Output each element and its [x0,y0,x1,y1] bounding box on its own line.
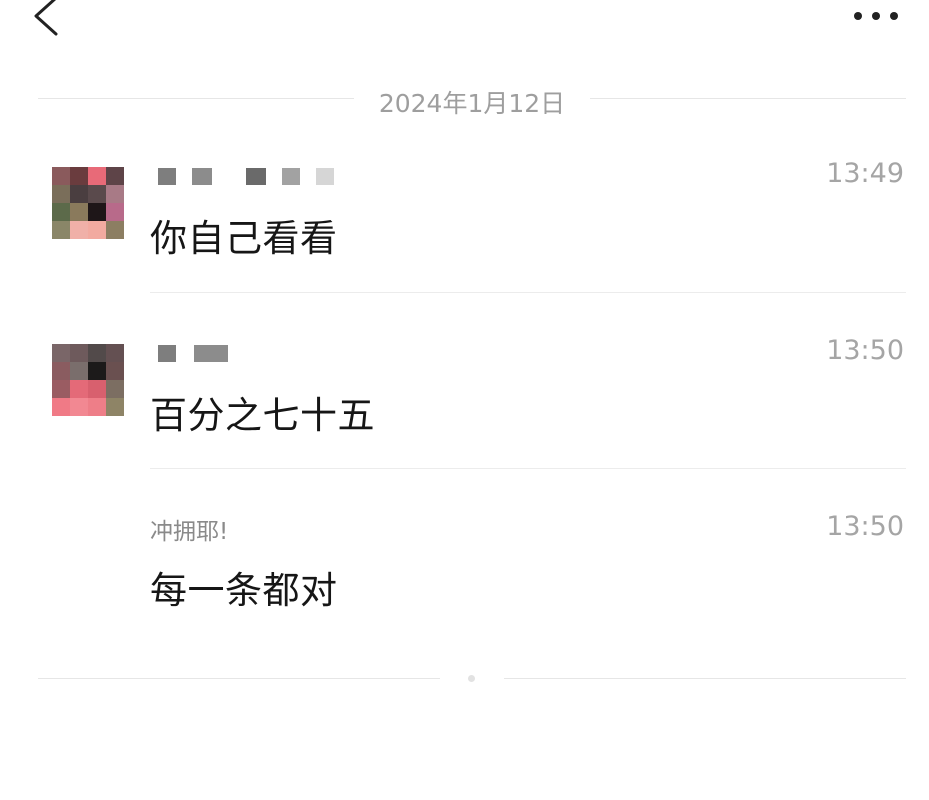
message-separator [150,468,906,469]
message-time: 13:50 [826,511,904,542]
bottom-divider [38,678,440,679]
message-text[interactable]: 你自己看看 [150,208,338,262]
top-bar [0,0,929,40]
sender-name[interactable]: 冲拥耶! [150,512,228,546]
avatar[interactable] [52,167,124,239]
more-dots-icon[interactable] [850,4,902,28]
message-text[interactable]: 每一条都对 [150,560,338,614]
avatar[interactable] [52,344,124,416]
loading-dot [468,675,475,682]
sender-name-blurred[interactable] [158,345,238,363]
sender-name-blurred[interactable] [158,168,348,186]
message-time: 13:49 [826,158,904,189]
bottom-divider [504,678,906,679]
divider-line [38,98,354,99]
date-label: 2024年1月12日 [378,89,566,118]
message-text[interactable]: 百分之七十五 [150,385,375,439]
message-time: 13:50 [826,335,904,366]
chevron-left-icon[interactable] [30,0,64,38]
message-separator [150,292,906,293]
divider-line [590,98,906,99]
date-divider: 2024年1月12日 [38,78,906,118]
